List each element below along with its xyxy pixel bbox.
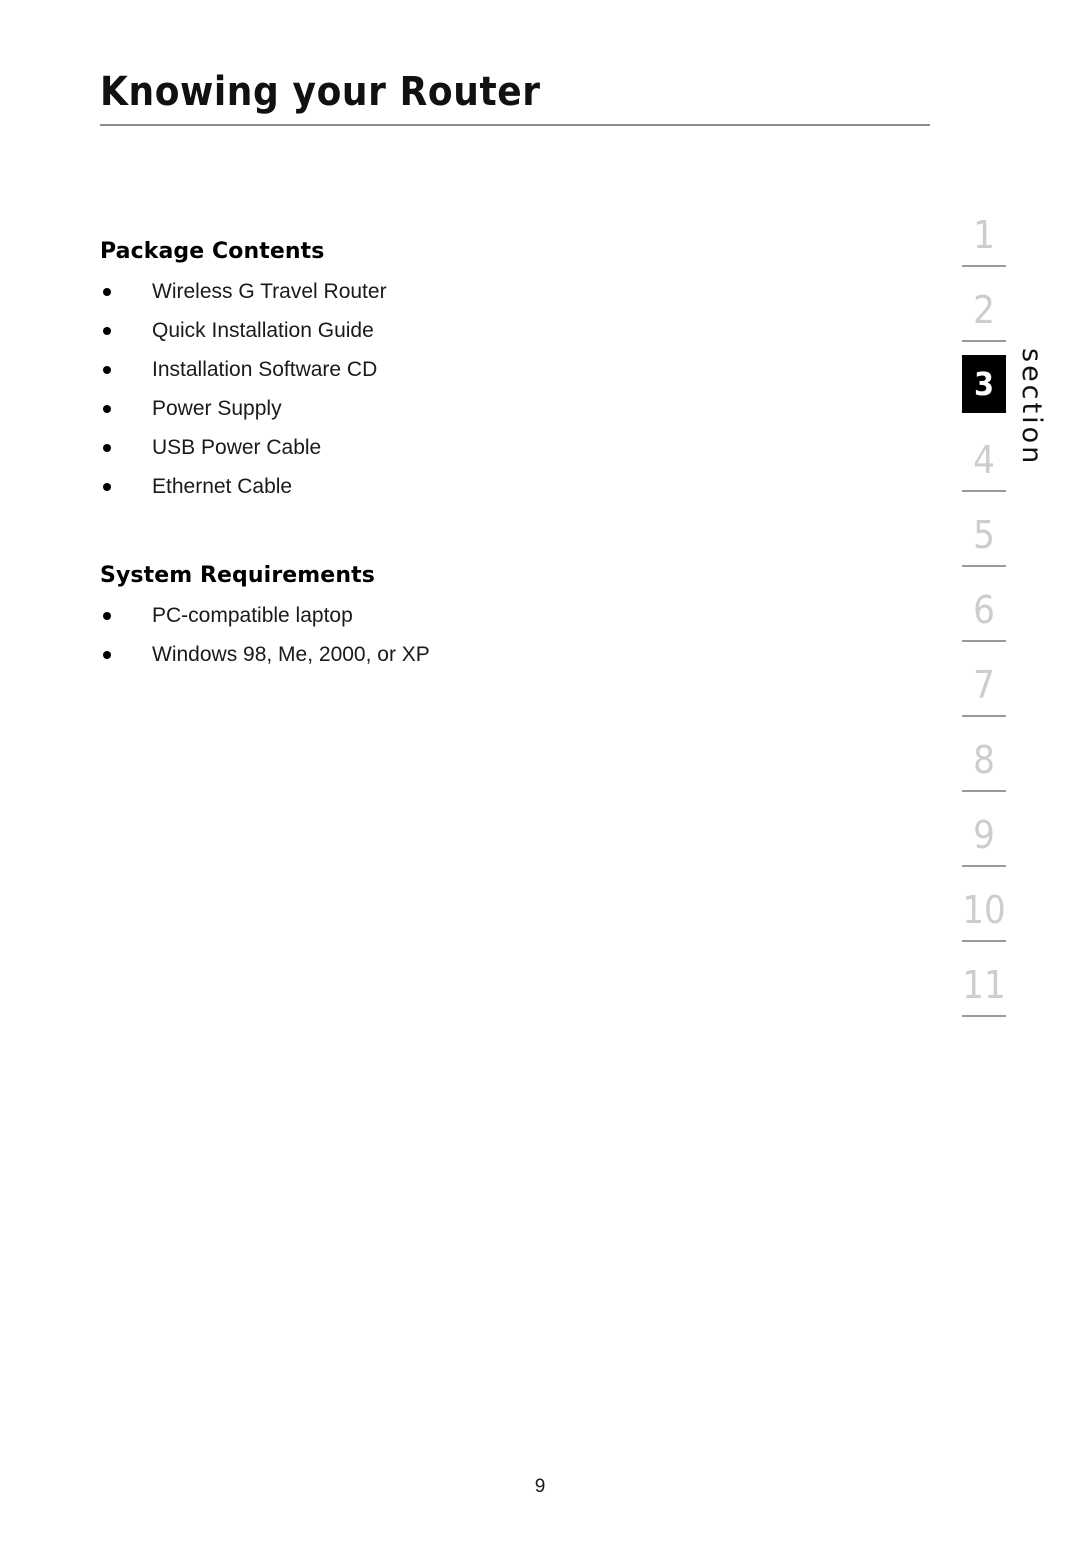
section-tab-number: 7	[973, 663, 995, 707]
section-tab-number: 6	[973, 588, 995, 632]
bullet-icon	[103, 404, 111, 413]
section-tab-divider	[962, 490, 1006, 492]
list-item-label: USB Power Cable	[152, 436, 322, 459]
list-item: Wireless G Travel Router	[100, 272, 800, 311]
bullet-icon	[103, 365, 111, 374]
page-title: Knowing your Router	[100, 69, 541, 115]
bullet-icon	[103, 443, 111, 452]
bullet-icon	[103, 287, 111, 296]
section-tab-number: 10	[962, 888, 1006, 932]
bullet-icon	[103, 326, 111, 335]
section-tab-divider	[962, 1015, 1006, 1017]
section-tab-divider	[962, 865, 1006, 867]
section-tab-divider	[962, 265, 1006, 267]
list-item-label: PC-compatible laptop	[152, 604, 353, 627]
section-tab-6[interactable]: 6	[962, 580, 1006, 655]
section-tab-9[interactable]: 9	[962, 805, 1006, 880]
list-item-label: Windows 98, Me, 2000, or XP	[152, 643, 430, 666]
section-tab-number: 11	[962, 963, 1006, 1007]
list-item: Installation Software CD	[100, 350, 800, 389]
section-tab-divider	[962, 565, 1006, 567]
section-label-vertical: section	[1016, 348, 1047, 467]
section-tab-divider	[962, 640, 1006, 642]
list-item-label: Ethernet Cable	[152, 475, 293, 498]
bullet-icon	[103, 482, 111, 491]
document-page: Knowing your Router Package Contents Wir…	[0, 0, 1080, 1542]
page-number: 9	[534, 1476, 546, 1497]
system-requirements-heading: System Requirements	[100, 563, 375, 588]
section-tab-4[interactable]: 4	[962, 430, 1006, 505]
list-item-label: Wireless G Travel Router	[152, 280, 387, 303]
section-tab-divider	[962, 340, 1006, 342]
list-item: Ethernet Cable	[100, 467, 800, 506]
section-tab-number: 8	[973, 738, 995, 782]
section-tab-divider	[962, 790, 1006, 792]
section-tab-number: 1	[973, 213, 995, 257]
section-tab-number: 5	[973, 513, 995, 557]
section-tab-1[interactable]: 1	[962, 205, 1006, 280]
list-item-label: Quick Installation Guide	[152, 319, 374, 342]
section-tab-8[interactable]: 8	[962, 730, 1006, 805]
section-tab-number: 4	[973, 438, 995, 482]
list-item: Quick Installation Guide	[100, 311, 800, 350]
section-tab-strip: 1 2 3 4 5 6 7 8 9 10 11	[962, 205, 1006, 1030]
list-item: PC-compatible laptop	[100, 596, 800, 635]
section-tab-number: 3	[962, 355, 1006, 413]
title-divider	[100, 124, 930, 126]
bullet-icon	[103, 611, 111, 620]
section-tab-3-active[interactable]: 3	[962, 355, 1006, 430]
section-tab-divider	[962, 715, 1006, 717]
list-item: USB Power Cable	[100, 428, 800, 467]
list-item-label: Installation Software CD	[152, 358, 378, 381]
section-tab-number: 2	[973, 288, 995, 332]
list-item: Power Supply	[100, 389, 800, 428]
section-tab-number: 9	[973, 813, 995, 857]
section-tab-2[interactable]: 2	[962, 280, 1006, 355]
section-tab-divider	[962, 940, 1006, 942]
page-content: Package Contents Wireless G Travel Route…	[100, 238, 800, 674]
bullet-icon	[103, 650, 111, 659]
section-tab-10[interactable]: 10	[962, 880, 1006, 955]
section-tab-5[interactable]: 5	[962, 505, 1006, 580]
package-contents-heading: Package Contents	[100, 239, 325, 264]
package-contents-list: Wireless G Travel Router Quick Installat…	[100, 272, 800, 506]
list-item-label: Power Supply	[152, 397, 282, 420]
system-requirements-list: PC-compatible laptop Windows 98, Me, 200…	[100, 596, 800, 674]
section-tab-7[interactable]: 7	[962, 655, 1006, 730]
list-item: Windows 98, Me, 2000, or XP	[100, 635, 800, 674]
section-tab-11[interactable]: 11	[962, 955, 1006, 1030]
